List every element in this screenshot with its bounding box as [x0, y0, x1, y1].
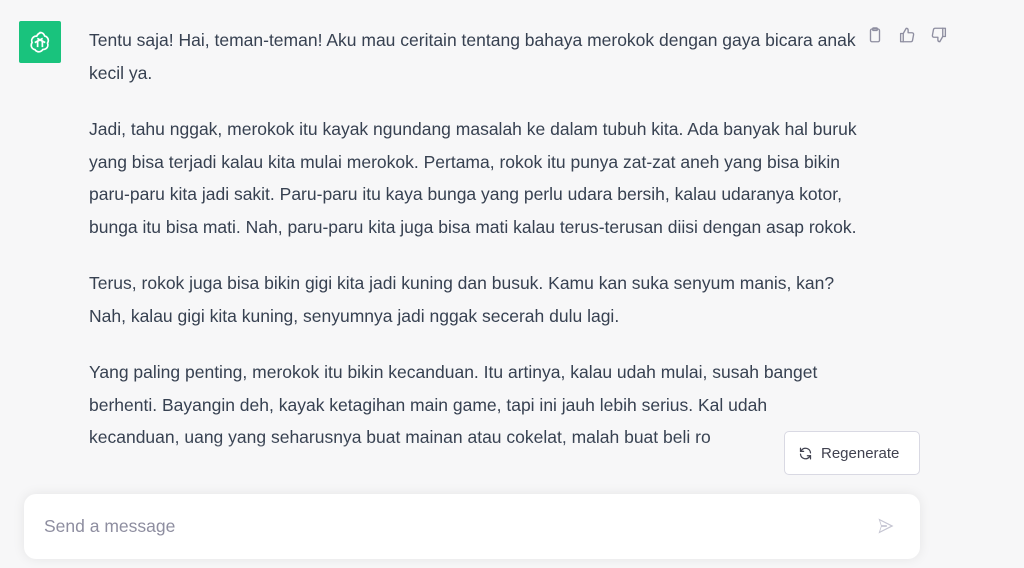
thumbs-down-icon — [931, 27, 947, 43]
message-input[interactable] — [42, 515, 846, 538]
regenerate-label: Regenerate — [821, 444, 900, 462]
send-icon — [878, 518, 894, 534]
clipboard-icon — [869, 27, 881, 43]
chat-page: Tentu saja! Hai, teman-teman! Aku mau ce… — [0, 0, 1024, 568]
send-button[interactable] — [874, 514, 898, 538]
message-paragraph: Yang paling penting, merokok itu bikin k… — [89, 362, 818, 447]
regenerate-button[interactable]: Regenerate — [784, 431, 920, 475]
refresh-icon — [799, 447, 812, 459]
copy-button[interactable] — [864, 24, 886, 46]
assistant-avatar — [19, 21, 61, 63]
like-button[interactable] — [896, 24, 918, 46]
thumbs-up-icon — [899, 27, 915, 43]
message-actions — [864, 24, 950, 46]
message-paragraph: Jadi, tahu nggak, merokok itu kayak ngun… — [89, 119, 857, 237]
message-composer — [24, 494, 920, 559]
openai-logo-icon — [30, 31, 50, 53]
message-paragraph: Tentu saja! Hai, teman-teman! Aku mau ce… — [89, 30, 856, 83]
dislike-button[interactable] — [928, 24, 950, 46]
assistant-message: Tentu saja! Hai, teman-teman! Aku mau ce… — [89, 24, 859, 478]
message-paragraph: Terus, rokok juga bisa bikin gigi kita j… — [89, 273, 835, 326]
